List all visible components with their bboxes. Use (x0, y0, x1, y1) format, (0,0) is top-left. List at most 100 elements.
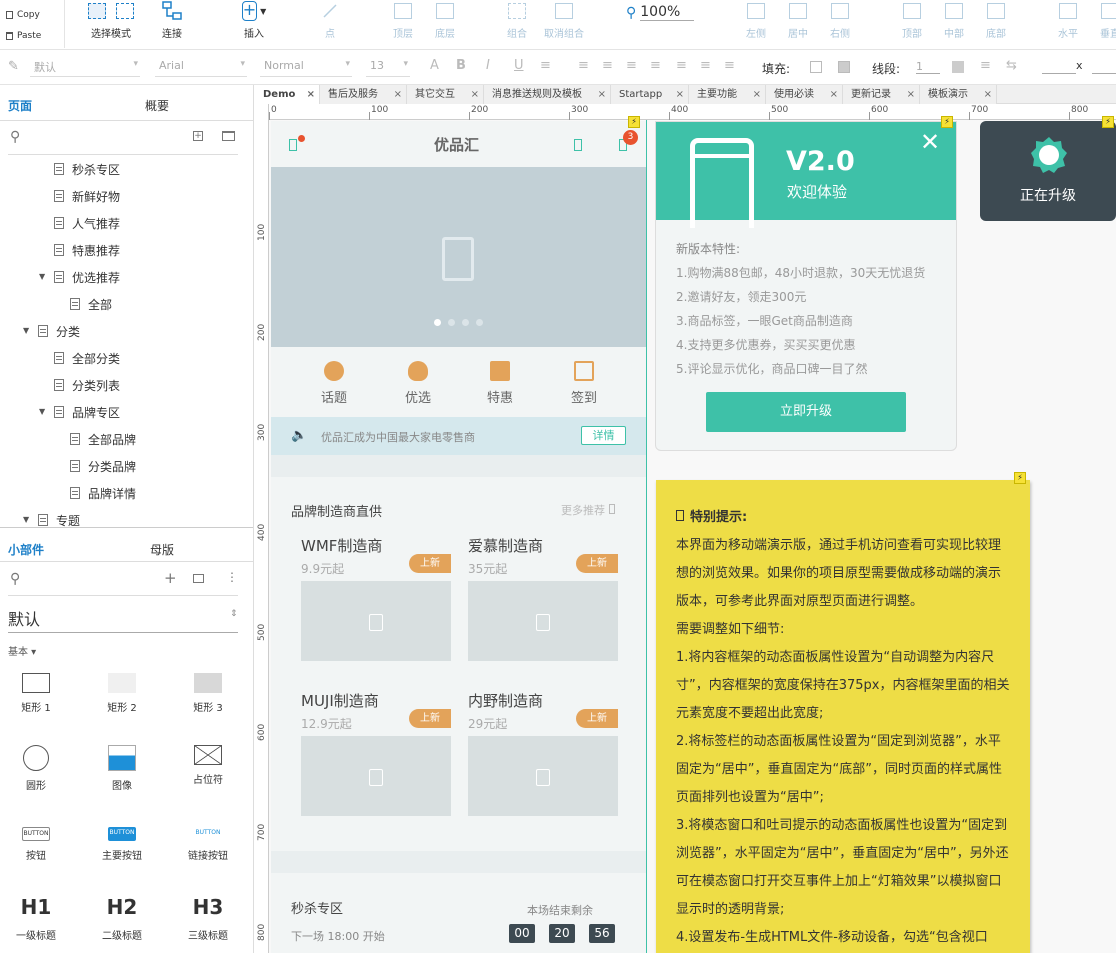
expand-caret-icon[interactable]: ▼ (39, 407, 45, 416)
close-tab-icon[interactable]: × (307, 85, 315, 104)
line-width-input[interactable]: 1 (916, 60, 940, 74)
close-tab-icon[interactable]: × (907, 85, 915, 104)
tree-item[interactable]: ▼ 品牌专区 (39, 402, 120, 422)
font-weight-select[interactable]: Normal (260, 59, 352, 77)
doc-tab[interactable]: 主要功能 × (689, 85, 766, 104)
distribute-vertical-button[interactable]: 垂直 (1098, 0, 1116, 50)
doc-tab[interactable]: Startapp × (611, 85, 689, 104)
style-select[interactable]: 默认 (30, 59, 140, 77)
align-middle-button[interactable]: 中部 (942, 0, 966, 50)
y-position-input[interactable] (1092, 60, 1116, 74)
tab-masters[interactable]: 母版 (150, 541, 174, 558)
font-family-select[interactable]: Arial (155, 59, 247, 77)
doc-tab[interactable]: 使用必读 × (766, 85, 843, 104)
text-align-right-icon[interactable]: ≡ (626, 58, 637, 73)
paste-button[interactable]: Paste (6, 31, 41, 41)
align-left-button[interactable]: 左侧 (744, 0, 768, 50)
brand-card[interactable]: MUJI制造商 12.9元起 上新 (301, 690, 451, 820)
category-pick[interactable]: 优选 (388, 361, 448, 406)
widget-item[interactable]: BUTTON 链接按钮 (178, 823, 238, 862)
message-icon[interactable] (289, 139, 297, 151)
text-align-center-icon[interactable]: ≡ (602, 58, 613, 73)
more-options-icon[interactable]: ⋮ (226, 570, 238, 584)
add-folder-icon[interactable] (222, 131, 235, 141)
widget-item[interactable]: 图像 (92, 745, 152, 792)
doc-tab[interactable]: Demo × (255, 85, 320, 104)
tree-item[interactable]: 分类品牌 (70, 456, 136, 476)
doc-tab[interactable]: 模板演示 × (920, 85, 997, 104)
copy-button[interactable]: Copy (6, 10, 40, 20)
category-checkin[interactable]: 签到 (554, 361, 614, 406)
tree-item[interactable]: 人气推荐 (54, 213, 120, 233)
tree-item[interactable]: ▼ 优选推荐 (39, 267, 120, 287)
close-tab-icon[interactable]: × (676, 85, 684, 104)
line-color-swatch[interactable] (952, 61, 964, 73)
brand-more-link[interactable]: 更多推荐 (561, 502, 615, 518)
close-tab-icon[interactable]: × (598, 85, 606, 104)
brand-card[interactable]: WMF制造商 9.9元起 上新 (301, 535, 451, 665)
send-to-back-button[interactable]: 底层 (430, 0, 460, 50)
select-mode-button[interactable]: 选择模式 (88, 0, 134, 50)
expand-caret-icon[interactable]: ▼ (23, 326, 29, 335)
notice-detail-button[interactable]: 详情 (581, 426, 626, 445)
carousel-dot[interactable] (434, 319, 441, 326)
fill-gradient-swatch[interactable] (838, 61, 850, 73)
widget-item[interactable]: BUTTON 按钮 (6, 823, 66, 862)
italic-icon[interactable]: I (486, 58, 490, 73)
tab-outline[interactable]: 概要 (145, 97, 169, 114)
widget-item[interactable]: 矩形 2 (92, 673, 152, 714)
tree-item[interactable]: 秒杀专区 (54, 159, 120, 179)
valign-bottom-icon[interactable]: ≡ (724, 58, 735, 73)
widget-item[interactable]: H3 三级标题 (178, 895, 238, 942)
carousel-dot[interactable] (476, 319, 483, 326)
library-menu-icon[interactable] (193, 574, 204, 583)
upgrade-now-button[interactable]: 立即升级 (706, 392, 906, 432)
widget-item[interactable]: 圆形 (6, 745, 66, 792)
close-tab-icon[interactable]: × (753, 85, 761, 104)
doc-tab[interactable]: 售后及服务 × (320, 85, 407, 104)
add-page-icon[interactable]: + (193, 131, 203, 141)
tree-item[interactable]: 新鲜好物 (54, 186, 120, 206)
line-pattern-icon[interactable]: ≡ (980, 58, 991, 73)
font-color-icon[interactable]: A (430, 58, 439, 73)
search-icon[interactable] (574, 139, 582, 151)
tab-pages[interactable]: 页面 (8, 97, 32, 114)
tree-item[interactable]: 分类列表 (54, 375, 120, 395)
doc-tab[interactable]: 消息推送规则及模板 × (484, 85, 611, 104)
connect-button[interactable]: 连接 (160, 0, 184, 50)
tree-item[interactable]: 品牌详情 (70, 483, 136, 503)
close-tab-icon[interactable]: × (394, 85, 402, 104)
search-icon[interactable]: ⚲ (10, 129, 20, 145)
ungroup-button[interactable]: 取消组合 (540, 0, 588, 50)
valign-top-icon[interactable]: ≡ (676, 58, 687, 73)
category-deal[interactable]: 特惠 (470, 361, 530, 406)
expand-caret-icon[interactable]: ▼ (39, 272, 45, 281)
close-tab-icon[interactable]: × (830, 85, 838, 104)
valign-middle-icon[interactable]: ≡ (700, 58, 711, 73)
align-right-button[interactable]: 右侧 (828, 0, 852, 50)
point-button[interactable]: 点 (318, 0, 342, 50)
brand-card[interactable]: 内野制造商 29元起 上新 (468, 690, 618, 820)
widget-item[interactable]: H1 一级标题 (6, 895, 66, 942)
text-align-left-icon[interactable]: ≡ (578, 58, 589, 73)
close-tab-icon[interactable]: × (471, 85, 479, 104)
bold-icon[interactable]: B (456, 58, 466, 73)
text-justify-icon[interactable]: ≡ (650, 58, 661, 73)
arrow-style-icon[interactable]: ⇆ (1006, 58, 1017, 73)
tree-item[interactable]: 全部品牌 (70, 429, 136, 449)
widget-item[interactable]: H2 二级标题 (92, 895, 152, 942)
carousel-dot[interactable] (462, 319, 469, 326)
insert-button[interactable]: + ▼ 插入 (236, 0, 272, 50)
widget-item[interactable]: 占位符 (178, 745, 238, 786)
notice-bar[interactable]: 🔈 优品汇成为中国最大家电零售商 详情 (271, 417, 646, 455)
carousel-dot[interactable] (448, 319, 455, 326)
widget-item[interactable]: BUTTON 主要按钮 (92, 823, 152, 862)
font-size-select[interactable]: 13 (366, 59, 410, 77)
banner-carousel[interactable] (271, 167, 646, 347)
x-position-input[interactable] (1042, 60, 1076, 74)
widget-item[interactable]: 矩形 1 (6, 673, 66, 714)
close-tab-icon[interactable]: × (984, 85, 992, 104)
doc-tab[interactable]: 更新记录 × (843, 85, 920, 104)
widget-item[interactable]: 矩形 3 (178, 673, 238, 714)
distribute-horizontal-button[interactable]: 水平 (1056, 0, 1080, 50)
